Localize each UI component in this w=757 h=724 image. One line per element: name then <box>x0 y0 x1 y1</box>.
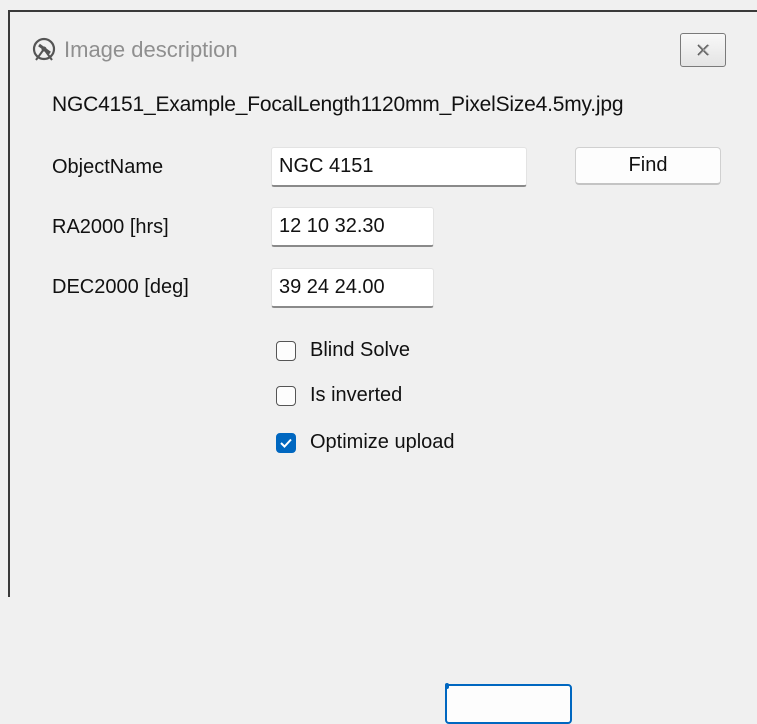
window-border-left <box>8 10 10 597</box>
blind-solve-label: Blind Solve <box>310 339 411 361</box>
dec-input[interactable]: 39 24 24.00 <box>271 268 434 308</box>
object-name-label: ObjectName <box>52 156 164 178</box>
telescope-app-icon <box>30 36 58 64</box>
is-inverted-checkbox[interactable] <box>276 385 296 406</box>
optimize-upload-label: Optimize upload <box>310 431 455 453</box>
image-file-name: NGC4151_Example_FocalLength1120mm_PixelS… <box>52 93 624 116</box>
find-button[interactable]: Find <box>575 147 721 185</box>
blind-solve-checkbox[interactable] <box>276 340 296 361</box>
ra-label: RA2000 [hrs] <box>52 216 169 238</box>
object-name-input[interactable]: NGC 4151 <box>271 147 527 187</box>
blind-solve-option[interactable]: Blind Solve <box>276 339 410 362</box>
optimize-upload-option[interactable]: Optimize upload <box>276 431 455 454</box>
optimize-upload-checkbox[interactable] <box>276 432 296 453</box>
close-button[interactable] <box>680 33 726 67</box>
is-inverted-label: Is inverted <box>310 384 403 406</box>
image-description-dialog: Image description NGC4151_Example_FocalL… <box>0 0 757 724</box>
checkmark-icon <box>280 438 292 448</box>
is-inverted-option[interactable]: Is inverted <box>276 384 402 407</box>
dec-label: DEC2000 [deg] <box>52 276 189 298</box>
window-border-top <box>8 10 757 12</box>
ok-button-hidden <box>445 684 572 724</box>
window-title: Image description <box>64 37 238 62</box>
ra-input[interactable]: 12 10 32.30 <box>271 207 434 247</box>
close-icon <box>697 44 710 56</box>
